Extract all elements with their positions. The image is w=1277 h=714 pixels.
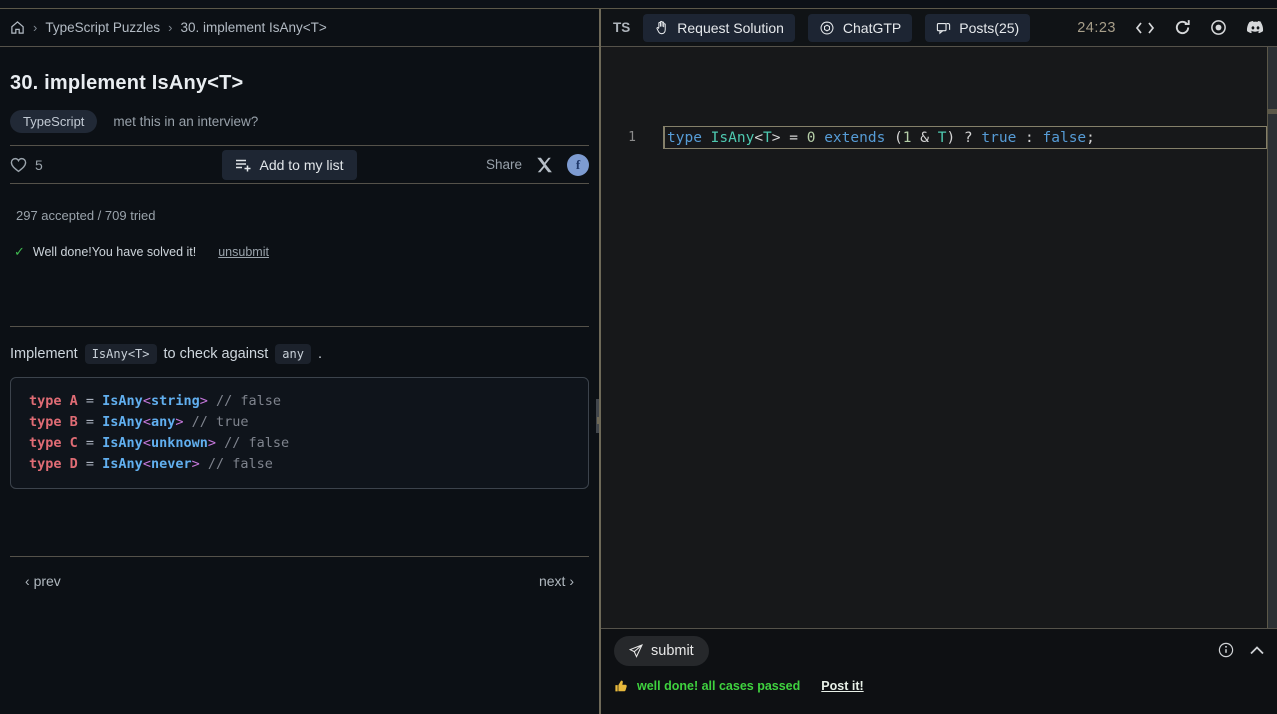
breadcrumb: › TypeScript Puzzles › 30. implement IsA… [0,9,599,47]
breadcrumb-item-current[interactable]: 30. implement IsAny<T> [180,20,326,35]
add-to-list-label: Add to my list [259,156,344,173]
chevron-left-icon: ‹ [25,573,30,589]
submit-button[interactable]: submit [614,636,709,666]
description-text: Implement [10,346,78,362]
overview-ruler-mark [1268,109,1277,114]
request-solution-button[interactable]: Request Solution [643,13,795,42]
check-icon: ✓ [14,244,25,259]
page-title: 30. implement IsAny<T> [10,72,244,94]
posts-icon [936,20,951,35]
editor-toolbar: TS Request Solution ChatGTP Posts(25) 24… [601,9,1277,47]
record-icon[interactable] [1210,19,1227,36]
editor-line-1[interactable]: type IsAny < T > = 0 extends (1 & T) ? true… [663,126,1267,149]
chatgtp-button[interactable]: ChatGTP [807,13,913,42]
divider [10,556,589,557]
typescript-badge[interactable]: TypeScript [10,110,98,133]
example-code-line: type B = IsAny<any> // true [29,414,249,430]
chevron-right-icon: › [569,573,574,589]
divider [10,183,589,184]
top-strip [0,0,1277,9]
posts-button[interactable]: Posts(25) [925,13,1031,42]
info-icon[interactable] [1218,642,1234,658]
editor-footer: submit well done! all cases passed Post [601,628,1277,714]
problem-panel: › TypeScript Puzzles › 30. implement IsA… [0,9,599,714]
example-code-line: type D = IsAny<never> // false [29,456,273,472]
problem-description: Implement IsAny<T> to check against any … [10,344,589,364]
editor-scrollbar[interactable] [1267,47,1277,628]
x-twitter-icon[interactable] [536,157,553,173]
share-label: Share [485,157,522,172]
heart-icon [10,157,27,173]
description-text: to check against [163,346,269,362]
facebook-icon[interactable]: f [567,153,589,176]
unsubmit-link[interactable]: unsubmit [218,245,269,259]
home-icon[interactable] [10,20,25,35]
posts-label: Posts(25) [959,19,1020,36]
like-count: 5 [35,156,43,173]
status-message: well done! all cases passed [637,679,801,693]
breadcrumb-separator: › [168,20,173,35]
hand-icon [654,20,669,35]
refresh-icon[interactable] [1174,19,1191,36]
breadcrumb-separator: › [33,20,38,35]
inline-code-isany: IsAny<T> [84,344,157,364]
prev-label: prev [33,573,61,589]
app-window: › TypeScript Puzzles › 30. implement IsA… [0,0,1277,714]
code-brackets-icon[interactable] [1135,21,1155,35]
inline-code-any: any [275,344,311,364]
thumbs-up-icon [614,679,628,693]
prev-button[interactable]: ‹ prev [25,573,61,589]
interview-link[interactable]: met this in an interview? [113,114,258,129]
post-it-link[interactable]: Post it! [821,679,863,693]
line-number: 1 [628,130,636,145]
request-solution-label: Request Solution [677,19,784,36]
solved-message: Well done!You have solved it! [32,245,197,259]
openai-icon [819,20,835,36]
next-button[interactable]: next › [539,573,574,589]
add-list-icon [235,157,251,173]
acceptance-stats: 297 accepted / 709 tried [16,208,156,223]
ts-language-label: TS [613,20,631,35]
code-editor[interactable]: 1 type IsAny < T > = 0 extends (1 & T) ? tr… [601,47,1277,628]
example-code-line: type A = IsAny<string> // false [29,393,282,409]
submit-label: submit [651,643,694,659]
discord-icon[interactable] [1246,20,1265,35]
chatgtp-label: ChatGTP [842,19,902,36]
editor-panel: TS Request Solution ChatGTP Posts(25) 24… [601,9,1277,714]
like-button[interactable]: 5 [10,157,100,173]
paper-plane-icon [629,644,643,658]
next-label: next [538,573,566,589]
example-code-block: type A = IsAny<string> // false type B = … [10,377,589,489]
example-code-line: type C = IsAny<unknown> // false [29,435,290,451]
chevron-up-icon[interactable] [1250,645,1264,655]
divider [10,326,589,327]
timer-display: 24:23 [1077,19,1116,36]
description-text: . [317,346,323,362]
breadcrumb-item-puzzles[interactable]: TypeScript Puzzles [45,20,160,35]
add-to-list-button[interactable]: Add to my list [222,149,357,180]
